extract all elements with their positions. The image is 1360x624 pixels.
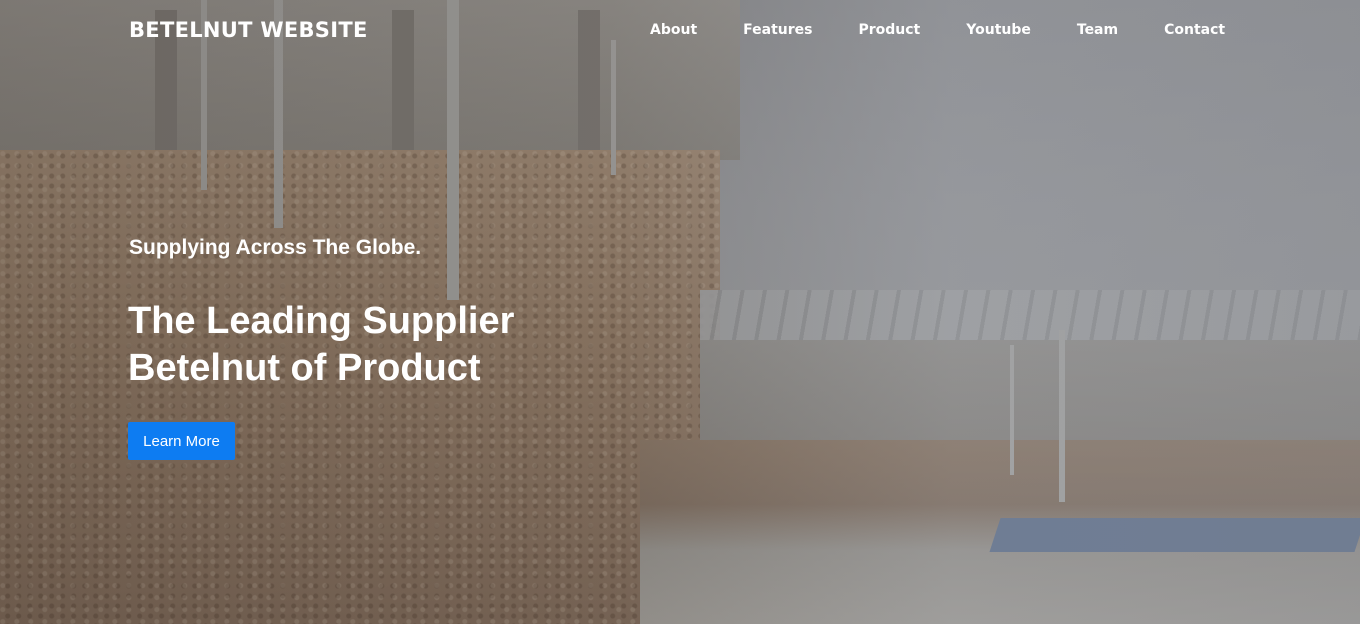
- nav-link-features[interactable]: Features: [743, 22, 812, 38]
- nav-link-youtube[interactable]: Youtube: [966, 22, 1031, 38]
- hero-headline-line-1: The Leading Supplier: [128, 300, 515, 342]
- brand-logo-link[interactable]: BETELNUT WEBSITE: [129, 18, 368, 42]
- nav-link-team[interactable]: Team: [1077, 22, 1118, 38]
- navbar: BETELNUT WEBSITE About Features Product …: [0, 0, 1360, 64]
- nav-link-product[interactable]: Product: [858, 22, 920, 38]
- hero-section: BETELNUT WEBSITE About Features Product …: [0, 0, 1360, 624]
- nav-link-about[interactable]: About: [650, 22, 697, 38]
- hero-headline-line-2: Betelnut of Product: [128, 347, 481, 389]
- nav-links: About Features Product Youtube Team Cont…: [650, 22, 1225, 38]
- nav-link-contact[interactable]: Contact: [1164, 22, 1225, 38]
- learn-more-button[interactable]: Learn More: [128, 422, 235, 460]
- hero-tagline: Supplying Across The Globe.: [129, 236, 422, 259]
- hero-headline: The Leading Supplier Betelnut of Product: [128, 298, 648, 392]
